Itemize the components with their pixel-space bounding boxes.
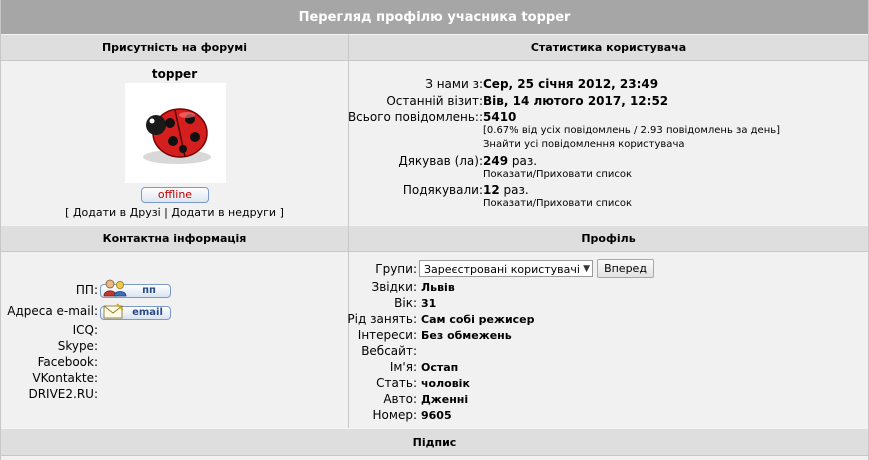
find-posts-link[interactable]: Знайти усі повідомлення користувача [483,139,684,150]
pm-button[interactable]: пп [100,279,171,298]
occupation-label: Рід занять: [347,312,417,326]
vkontakte-label: VKontakte: [32,371,98,385]
website-label: Вебсайт: [361,344,417,358]
pm-button-label: пп [142,285,156,296]
profile-page: Перегляд профілю учасника topper Присутн… [0,0,869,460]
drive2-label: DRIVE2.RU: [28,387,98,401]
stats-header: Статистика користувача [349,34,868,61]
contact-panel: ПП: пп Адреса e-mail: email ICQ: Skype: … [1,252,348,428]
location-value: Львів [421,281,455,294]
email-label: Адреса e-mail: [7,304,98,318]
icq-label: ICQ: [72,323,98,337]
thanked-unit: раз. [511,154,538,168]
sex-value: чоловік [421,377,470,390]
users-icon [103,279,127,297]
thanks-received-unit: раз. [503,183,529,197]
facebook-label: Facebook: [37,355,98,369]
joined-label: З нами з: [425,77,483,91]
number-value: 9605 [421,409,452,422]
online-status-button[interactable]: offline [141,187,209,203]
toggle-thanks-received-list[interactable]: Показати/Приховати список [483,198,632,209]
profile-panel: Групи: Зареєстровані користувачі ▼ Впере… [347,252,868,428]
contact-header: Контактна інформація [1,225,348,252]
signature-panel [1,456,868,460]
email-button-label: email [132,307,163,318]
thanks-received-value: 12 раз. [483,183,529,197]
bracket-close: ] [279,206,284,219]
interests-label: Інтереси: [357,328,417,342]
groups-select[interactable]: Зареєстровані користувачі ▼ [419,260,593,277]
car-value: Дженні [421,393,469,406]
email-button[interactable]: email [100,303,171,320]
signature-header: Підпис [1,428,868,456]
thanked-value: 249 раз. [483,154,537,168]
thanks-received-count: 12 [483,183,500,197]
envelope-icon [103,303,124,319]
presence-header: Присутність на форумі [1,34,348,61]
ladybug-icon [143,108,211,164]
last-visit-label: Останній візит: [386,94,483,108]
posts-value: 5410 [483,110,517,124]
presence-panel: topper offline [ Додати в Друзі | Додати… [1,61,348,225]
pm-label: ПП: [75,283,98,297]
thanked-label: Дякував (ла): [398,154,483,168]
occupation-value: Сам собі режисер [421,313,535,326]
add-foe-link[interactable]: Додати в недруги [171,206,276,219]
toggle-thanked-list[interactable]: Показати/Приховати список [483,169,632,180]
joined-value: Сер, 25 січня 2012, 23:49 [483,77,659,91]
name-value: Остап [421,361,459,374]
friend-actions: [ Додати в Друзі | Додати в недруги ] [1,206,348,219]
car-label: Авто: [383,392,417,406]
posts-label: Всього повідомлень:: [347,110,483,124]
posts-detail: [0.67% від усіх повідомлень / 2.93 повід… [483,125,781,136]
profile-header: Профіль [349,225,868,252]
location-label: Звідки: [371,280,418,294]
name-label: Ім'я: [389,360,417,374]
chevron-down-icon: ▼ [583,264,590,274]
sex-label: Стать: [376,376,417,390]
skype-label: Skype: [57,339,98,353]
add-friend-link[interactable]: Додати в Друзі [73,206,161,219]
age-label: Вік: [394,296,417,310]
bracket-open: [ [65,206,70,219]
friend-separator: | [164,206,168,219]
age-value: 31 [421,297,437,310]
stats-panel: З нами з: Сер, 25 січня 2012, 23:49 Оста… [347,61,868,225]
groups-label: Групи: [375,262,417,276]
username: topper [151,67,198,81]
avatar [125,83,226,183]
interests-value: Без обмежень [421,329,512,342]
last-visit-value: Вів, 14 лютого 2017, 12:52 [483,94,669,108]
thanks-received-label: Подякували: [402,183,483,197]
thanked-count: 249 [483,154,509,168]
number-label: Номер: [372,408,417,422]
go-button[interactable]: Вперед [597,259,654,278]
groups-selected: Зареєстровані користувачі [424,263,580,276]
page-title: Перегляд профілю учасника topper [1,0,868,35]
